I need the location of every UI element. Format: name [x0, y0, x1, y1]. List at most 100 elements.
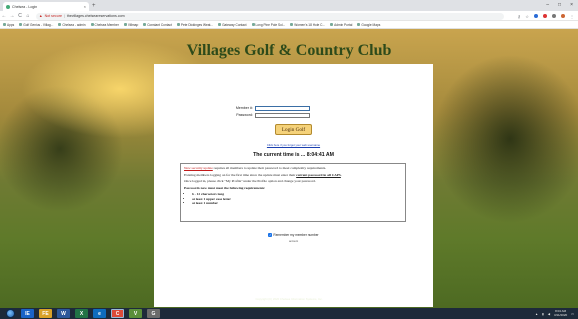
password-row: Password: — [225, 113, 310, 118]
back-button[interactable]: ← — [0, 13, 8, 19]
warning-icon: ▲ — [39, 14, 43, 18]
address-bar-row: ← → C ⌂ ▲ Not secure | thevillages.chels… — [0, 11, 578, 21]
start-button[interactable] — [6, 309, 15, 318]
file-explorer-icon[interactable]: FE — [39, 309, 52, 318]
bookmark-item[interactable]: Villmap — [123, 22, 139, 27]
forward-button[interactable]: → — [8, 13, 16, 19]
volume-icon[interactable]: ◀ — [548, 312, 550, 316]
reload-button[interactable]: C — [16, 13, 24, 19]
bookmark-item[interactable]: Google Maps — [357, 23, 380, 27]
chrome-icon[interactable]: C — [111, 309, 124, 318]
bookmark-label: Chelsea Member — [94, 22, 119, 27]
home-button[interactable]: ⌂ — [24, 13, 32, 19]
bookmark-label: Admin Portal — [334, 22, 353, 27]
password-input[interactable] — [255, 113, 310, 118]
bookmark-item[interactable]: Women's 18 Hole C... — [290, 23, 325, 27]
notice-line-2: Existing members logging on for the firs… — [184, 173, 402, 178]
extension-icon[interactable] — [543, 14, 547, 18]
browser-tabstrip: Chelsea - Login × + – □ × — [0, 0, 578, 11]
copyright-text: Copyright (C) 2020 Chelsea Information S… — [255, 297, 323, 301]
excel-icon[interactable]: X — [75, 309, 88, 318]
login-golf-button[interactable]: Login Golf — [275, 124, 312, 135]
network-icon[interactable]: ▮ — [542, 312, 544, 316]
bookmark-item[interactable]: Admin Portal — [330, 23, 352, 27]
current-time-value: 8:04:41 AM — [306, 152, 334, 158]
requirements-list: 6 - 12 characters long at least 1 upper … — [184, 192, 402, 205]
password-label: Password: — [236, 113, 253, 118]
remember-row: ✓ Remember my member number — [154, 233, 433, 237]
word-icon[interactable]: W — [57, 309, 70, 318]
tray-chevron-icon[interactable]: ▲ — [535, 312, 538, 316]
maximize-button[interactable]: □ — [558, 2, 561, 8]
bookmark-label: Villmap — [127, 22, 139, 27]
key-icon[interactable]: ⚷ — [517, 14, 520, 19]
address-input[interactable]: ▲ Not secure | thevillages.chelseareserv… — [36, 12, 504, 20]
requirements-title-text: Passwords now must meet the following re… — [184, 185, 266, 190]
app-icon[interactable]: G — [147, 309, 160, 318]
url-text: thevillages.chelseareservations.com — [66, 14, 125, 18]
ie-icon[interactable]: IE — [21, 309, 34, 318]
star-icon[interactable]: ☆ — [525, 14, 529, 19]
remember-label: Remember my member number — [273, 233, 319, 237]
security-notice: New security update requires all members… — [180, 163, 406, 222]
bookmark-item[interactable]: Pete Dickinges Weat... — [176, 22, 214, 27]
new-tab-button[interactable]: + — [92, 2, 96, 10]
window-controls: – □ × — [546, 0, 576, 10]
notice-emphasis: current password in all CAPS — [296, 172, 341, 177]
bookmark-item[interactable]: Constant Contact — [143, 23, 172, 27]
security-update-link[interactable]: New security update — [184, 166, 213, 170]
tab-close-icon[interactable]: × — [84, 4, 86, 9]
profile-avatar[interactable] — [561, 14, 565, 18]
bookmark-icon — [330, 23, 334, 26]
site-title: Villages Golf & Country Club — [186, 42, 392, 59]
bookmark-item[interactable]: Golf Genius - Villag... — [19, 23, 53, 27]
apps-icon — [3, 23, 6, 26]
forgot-username-link[interactable]: Click here if you forgot your web userna… — [154, 143, 433, 147]
taskbar: IE FE W X e C V G ▲ ▮ ◀ 8:04 AM 3/11/202… — [0, 308, 578, 319]
golf-background: Villages Golf & Country Club Member #: P… — [0, 29, 578, 308]
bookmark-item[interactable]: Long Pine Pole Sol... — [251, 23, 285, 27]
edge-icon[interactable]: e — [93, 309, 106, 318]
bookmark-label: Constant Contact — [147, 22, 172, 27]
current-time-label: The current time is ... — [253, 152, 306, 158]
requirement-item: at least 1 number — [192, 201, 402, 205]
bookmarks-bar: Apps Golf Genius - Villag... Chelsea - a… — [0, 21, 578, 29]
bookmark-item[interactable]: Chelsea - admin — [58, 23, 86, 27]
extension-icon[interactable] — [534, 14, 538, 18]
taskbar-clock[interactable]: 8:04 AM 3/11/2020 — [554, 309, 567, 317]
remember-checkbox[interactable]: ✓ — [268, 233, 273, 237]
member-label: Member #: — [235, 106, 253, 111]
bookmark-item[interactable]: Gateway Contact — [218, 22, 247, 27]
bookmark-label: Pete Dickinges Weat... — [180, 22, 214, 27]
bookmark-item[interactable]: Apps — [3, 23, 14, 27]
bookmark-label: Women's 18 Hole C... — [294, 22, 326, 27]
system-tray: ▲ ▮ ◀ 8:04 AM 3/11/2020 ▭ — [535, 308, 574, 319]
extension-icon[interactable] — [552, 14, 556, 18]
notice-line-3: Once logged in, please click "My Profile… — [184, 179, 316, 184]
app-icon[interactable]: V — [129, 309, 142, 318]
account-link[interactable]: account — [154, 240, 433, 243]
map-icon — [357, 23, 361, 26]
close-window-button[interactable]: × — [570, 2, 573, 8]
bookmark-icon — [143, 23, 147, 26]
notice-text: . — [340, 172, 342, 177]
notice-line-1: New security update requires all members… — [184, 166, 402, 171]
bookmark-item[interactable]: Chelsea Member — [90, 22, 119, 27]
member-number-input[interactable] — [255, 106, 310, 111]
menu-icon[interactable]: ⋮ — [570, 14, 574, 19]
browser-tab[interactable]: Chelsea - Login × — [3, 2, 89, 11]
bookmark-label: Gateway Contact — [222, 22, 247, 27]
minimize-button[interactable]: – — [546, 2, 549, 8]
bookmark-label: Golf Genius - Villag... — [23, 22, 54, 27]
bookmark-icon — [123, 23, 127, 26]
bookmark-icon — [290, 23, 294, 26]
notice-text: requires all members to update their pas… — [212, 166, 327, 170]
bookmark-icon — [251, 23, 255, 26]
favicon-icon — [6, 4, 10, 9]
bookmark-icon — [218, 23, 222, 26]
current-time: The current time is ... 8:04:41 AM — [154, 152, 433, 158]
notice-text: Existing members logging on for the firs… — [184, 172, 297, 177]
bookmark-icon — [176, 23, 180, 26]
security-label: Not secure — [44, 14, 62, 18]
notification-icon[interactable]: ▭ — [571, 312, 574, 316]
